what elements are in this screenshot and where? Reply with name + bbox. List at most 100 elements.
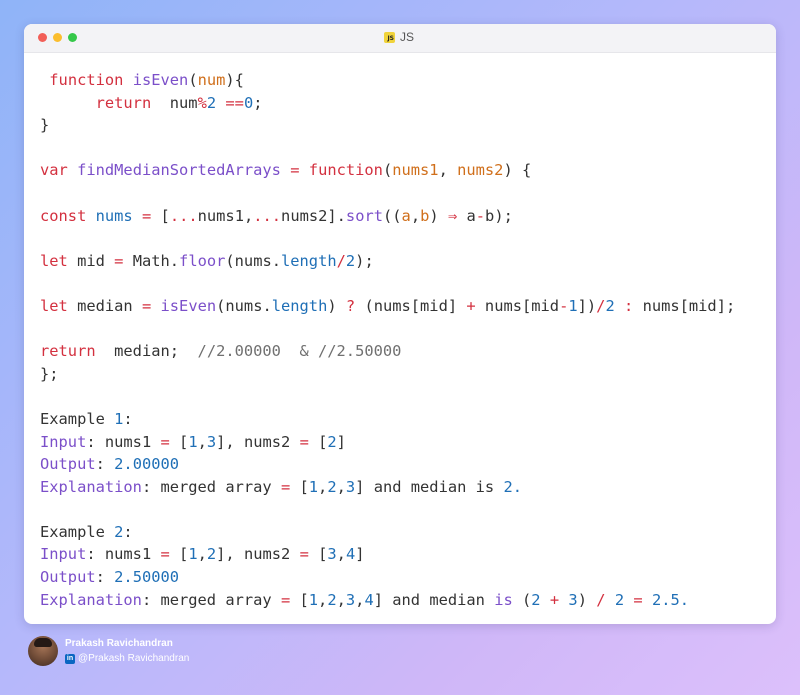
- code-token: ) {: [503, 161, 532, 180]
- code-token: =: [141, 206, 152, 225]
- code-token: Output: [40, 568, 96, 587]
- code-token: 2.5.: [651, 590, 690, 609]
- code-token: ...: [253, 206, 282, 225]
- code-token: ...: [169, 206, 198, 225]
- code-token: 0: [243, 93, 254, 112]
- code-token: 3: [568, 590, 578, 609]
- code-token: =: [160, 545, 170, 564]
- code-token: -: [475, 206, 486, 225]
- code-line: };: [40, 363, 735, 386]
- code-token: 2.50000: [114, 568, 180, 587]
- code-token: 1: [188, 545, 198, 564]
- code-token: (nums[mid]: [355, 296, 467, 315]
- code-token: =: [299, 545, 309, 564]
- code-token: ,: [318, 477, 328, 496]
- code-token: ,: [336, 545, 346, 564]
- code-token: /: [336, 251, 346, 270]
- code-token: ,: [336, 477, 346, 496]
- code-token: ,: [410, 206, 421, 225]
- code-token: Math.: [123, 251, 180, 270]
- code-token: 2: [206, 545, 217, 564]
- code-token: function: [49, 71, 124, 89]
- maximize-dot-icon[interactable]: [68, 33, 77, 42]
- code-token: 2: [345, 251, 356, 270]
- code-line: let median = isEven(nums.length) ? (nums…: [40, 295, 735, 318]
- code-token: ] and median: [373, 590, 495, 609]
- code-line: Example 2:: [40, 521, 735, 544]
- code-token: [: [151, 206, 170, 225]
- code-token: ){: [225, 71, 244, 89]
- code-token: Explanation: [40, 477, 142, 496]
- code-token: ,: [197, 432, 207, 451]
- code-token: [: [308, 545, 328, 564]
- minimize-dot-icon[interactable]: [53, 33, 62, 42]
- code-window: JS JS function isEven(num){ return num%2…: [24, 24, 776, 624]
- author-handle-row: in @Prakash Ravichandran: [65, 652, 189, 665]
- code-token: 3: [345, 590, 356, 609]
- code-token: length: [271, 296, 328, 315]
- code-token: Output: [40, 455, 96, 474]
- code-token: b);: [485, 206, 513, 225]
- author-handle[interactable]: @Prakash Ravichandran: [78, 652, 189, 665]
- code-token: ): [577, 590, 597, 609]
- code-token: 1: [308, 477, 319, 496]
- code-token: nums[mid: [475, 296, 560, 315]
- code-token: %: [197, 93, 207, 112]
- code-token: };: [40, 364, 59, 383]
- code-token: a: [457, 206, 476, 225]
- code-line: var findMedianSortedArrays = function(nu…: [40, 159, 735, 182]
- code-token: 2: [327, 590, 337, 609]
- code-token: );: [355, 251, 374, 270]
- avatar-hair: [34, 638, 52, 647]
- code-token: 4: [345, 545, 356, 564]
- code-token: 2.: [503, 477, 522, 496]
- code-token: : merged array: [141, 477, 281, 496]
- author-name: Prakash Ravichandran: [65, 638, 173, 649]
- code-token: ]: [355, 545, 365, 564]
- code-token: (: [382, 161, 393, 180]
- js-file-icon: JS: [384, 31, 395, 43]
- code-token: nums: [95, 206, 133, 225]
- code-token: nums[mid];: [633, 296, 736, 315]
- linkedin-icon[interactable]: in: [65, 653, 75, 664]
- close-dot-icon[interactable]: [38, 33, 47, 42]
- code-token: Example: [40, 409, 115, 428]
- code-token: 2: [327, 432, 337, 451]
- code-line: Input: nums1 = [1,2], nums2 = [3,4]: [40, 543, 735, 566]
- code-token: var: [40, 161, 68, 180]
- code-token: Explanation: [40, 590, 142, 609]
- code-token: =: [141, 296, 152, 315]
- code-token: isEven: [132, 71, 189, 89]
- file-tab[interactable]: JS JS: [384, 30, 414, 44]
- author-credit: Prakash Ravichandran in @Prakash Ravicha…: [28, 636, 189, 666]
- code-token: median: [67, 296, 142, 315]
- code-token: num: [151, 93, 198, 112]
- code-token: ,: [197, 545, 207, 564]
- code-token: =: [299, 432, 309, 451]
- code-line: }: [40, 114, 735, 137]
- code-block: function isEven(num){ return num%2 ==0;}…: [40, 69, 735, 611]
- code-line: function isEven(num){: [40, 69, 735, 92]
- code-token: 2: [614, 590, 625, 609]
- code-token: =: [633, 590, 643, 609]
- code-token: //2.00000 & //2.50000: [197, 342, 402, 361]
- code-line: Example 1:: [40, 408, 735, 431]
- code-token: Input: [40, 545, 87, 564]
- code-token: [: [308, 432, 328, 451]
- code-token: (: [188, 71, 198, 89]
- code-token: +: [466, 296, 476, 315]
- code-token: : nums1: [86, 432, 161, 451]
- code-token: ] and median is: [355, 477, 504, 496]
- code-token: :: [624, 296, 634, 315]
- code-token: 1: [308, 590, 319, 609]
